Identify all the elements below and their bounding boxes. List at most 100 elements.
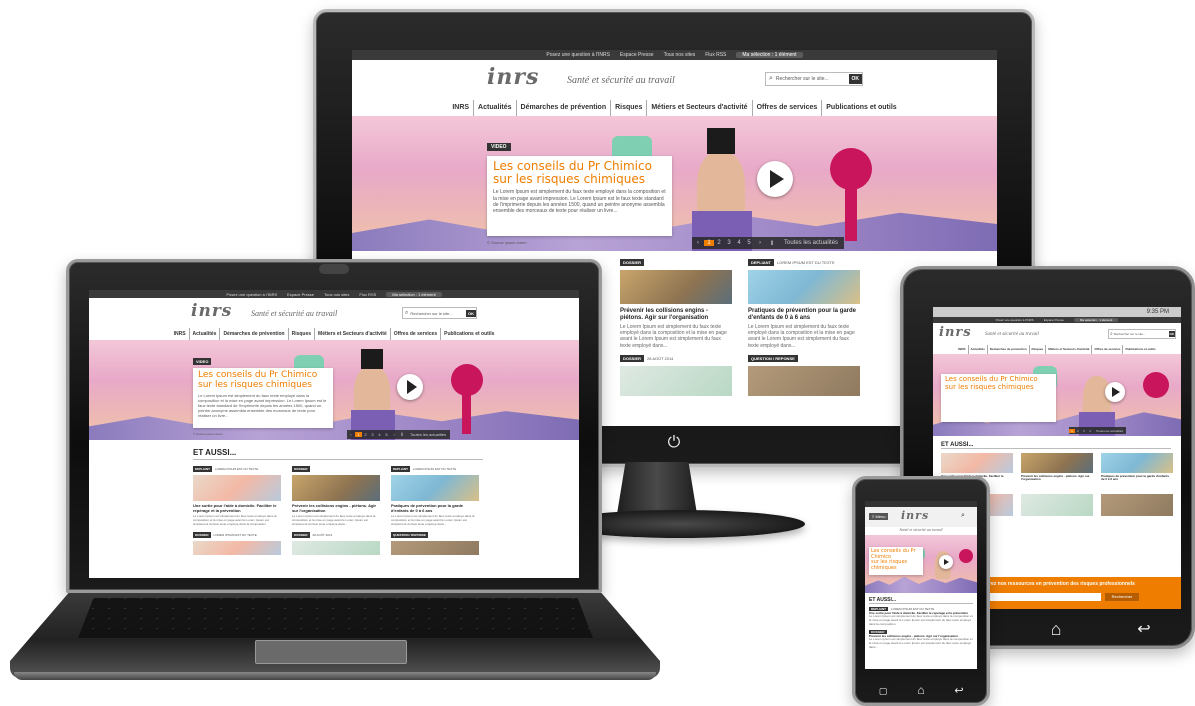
nav-item[interactable]: Offres de services (389, 328, 440, 340)
nav-item[interactable]: Actualités (967, 345, 987, 354)
news-card[interactable]: DOSSIER Prévenir les collisions engins -… (869, 629, 973, 650)
nav-item[interactable]: INRS (448, 100, 473, 116)
nav-item[interactable]: Actualités (188, 328, 220, 340)
pager-page[interactable]: 5 (383, 432, 390, 437)
nav-item[interactable]: Publications et outils (1122, 345, 1157, 354)
play-icon[interactable] (757, 161, 793, 197)
search-input[interactable]: Rechercher sur le site... (1114, 332, 1169, 336)
windows-icon[interactable]: ▢ (875, 684, 891, 698)
play-icon[interactable] (939, 555, 953, 569)
pager-prev[interactable]: ‹ (692, 240, 704, 246)
nav-item[interactable]: Métiers et Secteurs d'activité (646, 100, 751, 116)
topbar-selection[interactable]: Ma sélection : 1 élément (386, 291, 442, 297)
topbar-selection[interactable]: Ma sélection : 1 élément (1073, 318, 1119, 322)
topbar-presse-link[interactable]: Espace Presse (1044, 318, 1064, 322)
pager-page[interactable]: 5 (744, 240, 754, 246)
topbar-question-link[interactable]: Posez une question à l'INRS (226, 292, 277, 297)
topbar-rss-link[interactable]: Flux RSS (705, 52, 726, 58)
pager-page[interactable]: 1 (704, 240, 714, 246)
hero-title[interactable]: Les conseils du Pr Chimico sur les risqu… (493, 159, 666, 186)
news-card[interactable] (1021, 493, 1093, 516)
pager-stop[interactable]: Ⅱ (766, 240, 778, 247)
nav-item[interactable]: Métiers et Secteurs d'activité (314, 328, 390, 340)
topbar-presse-link[interactable]: Espace Presse (620, 52, 654, 58)
hero-title[interactable]: Les conseils du Pr Chimico sur les risqu… (869, 547, 923, 573)
nav-item[interactable]: Publications et outils (440, 328, 497, 340)
nav-item[interactable]: Actualités (473, 100, 515, 116)
search-box[interactable]: ⌕ Rechercher sur le site... OK (765, 72, 863, 86)
nav-item[interactable]: Offres de services (751, 100, 822, 116)
hero-title[interactable]: Les conseils du Pr Chimico sur les risqu… (198, 370, 328, 391)
news-card[interactable]: QUESTION / REPONSE (748, 354, 860, 396)
nav-item[interactable]: INRS (171, 328, 189, 340)
home-icon[interactable]: ⌂ (1043, 619, 1069, 639)
news-card[interactable]: Pratiques de prévention pour la garde d'… (1101, 453, 1173, 482)
news-card-title[interactable]: Pratiques de prévention pour la garde d'… (391, 503, 479, 513)
site-logo[interactable]: inrs (487, 64, 539, 90)
news-card-title[interactable]: Prévenir les collisions engins - piétons… (1021, 474, 1093, 482)
news-card[interactable]: DOSSIER Prévenir les collisions engins -… (620, 259, 732, 349)
tablet-footer-input[interactable] (971, 593, 1101, 601)
nav-item[interactable]: INRS (956, 345, 967, 354)
pager-next[interactable]: › (390, 432, 398, 437)
nav-item[interactable]: Risques (1028, 345, 1046, 354)
topbar-presse-link[interactable]: Espace Presse (287, 292, 314, 297)
hero-title[interactable]: Les conseils du Pr Chimico sur les risqu… (945, 375, 1052, 391)
search-box[interactable]: ⌕ Rechercher sur le site... OK (402, 307, 477, 319)
search-input[interactable]: Rechercher sur le site... (776, 76, 849, 82)
pager-page[interactable]: 3 (369, 432, 376, 437)
news-card[interactable]: DEPLIANT LOREM IPSUM EST DU TEXTE Une sor… (869, 607, 973, 627)
search-box[interactable]: ⌕ Rechercher sur le site... OK (1108, 329, 1176, 339)
site-logo[interactable]: inrs (901, 509, 929, 522)
nav-item[interactable]: Offres de services (1091, 345, 1122, 354)
news-card[interactable]: DOSSIER LOREM IPSUM EST DU TEXTE (193, 532, 281, 556)
news-card-title[interactable]: Une sortie pour l'aide à domicile. Facil… (193, 503, 281, 513)
news-card-title[interactable]: Prévenir les collisions engins - piétons… (292, 503, 380, 513)
news-card[interactable] (1101, 493, 1173, 516)
news-card[interactable]: DEPLIANT LOREM IPSUM EST DU TEXTE Pratiqu… (391, 466, 479, 526)
nav-item[interactable]: Publications et outils (821, 100, 900, 116)
play-icon[interactable] (1105, 382, 1125, 402)
pager-next[interactable]: › (754, 240, 766, 246)
topbar-question-link[interactable]: Posez une question à l'INRS (996, 318, 1034, 322)
pager-page[interactable]: 2 (714, 240, 724, 246)
search-ok-button[interactable]: OK (1168, 331, 1175, 337)
tablet-footer-button[interactable]: Rechercher (1105, 593, 1139, 601)
pager-page[interactable]: 4 (734, 240, 744, 246)
news-card[interactable]: Prévenir les collisions engins - piétons… (1021, 453, 1093, 482)
news-card[interactable]: DEPLIANT LOREM IPSUM EST DU TEXTE Une sor… (193, 466, 281, 526)
site-logo[interactable]: inrs (939, 325, 972, 340)
nav-item[interactable]: Démarches de prévention (515, 100, 611, 116)
pager-page[interactable]: 2 (362, 432, 369, 437)
news-card-title[interactable]: Prévenir les collisions engins - piétons… (620, 308, 732, 322)
topbar-selection[interactable]: Ma sélection : 1 élément (736, 52, 803, 58)
laptop-touchpad[interactable] (255, 640, 407, 664)
topbar-sites-link[interactable]: Tous nos sites (664, 52, 696, 58)
all-news-link[interactable]: Toutes les actualités (406, 432, 450, 437)
topbar-question-link[interactable]: Posez une question à l'INRS (546, 52, 610, 58)
site-logo[interactable]: inrs (191, 301, 232, 321)
news-card[interactable]: DOSSIER 28 AOÛT 2014 (292, 532, 380, 556)
all-news-link[interactable]: Toutes les actualités (778, 240, 844, 246)
nav-item[interactable]: Risques (610, 100, 646, 116)
news-card[interactable]: QUESTION / REPONSE (391, 532, 479, 556)
back-icon[interactable]: ↩ (951, 682, 967, 698)
news-card[interactable]: DEPLIANT LOREM IPSUM EST DU TEXTE Pratiqu… (748, 259, 860, 349)
pager-stop[interactable]: Ⅱ (398, 432, 406, 437)
phone-menu-button[interactable]: ≡ Menu (869, 513, 889, 520)
pager-page[interactable]: 1 (355, 432, 362, 437)
topbar-rss-link[interactable]: Flux RSS (359, 292, 376, 297)
pager-page[interactable]: 3 (724, 240, 734, 246)
pager-page[interactable]: 4 (376, 432, 383, 437)
news-card-title[interactable]: Pratiques de prévention pour la garde d'… (748, 308, 860, 322)
search-input[interactable]: Rechercher sur le site... (410, 311, 466, 316)
search-icon[interactable]: ⌕ (961, 512, 965, 520)
nav-item[interactable]: Métiers et Secteurs d'activité (1045, 345, 1091, 354)
nav-item[interactable]: Démarches de prévention (986, 345, 1029, 354)
news-card[interactable]: DOSSIER 28 AOÛT 2014 (620, 354, 732, 396)
search-ok-button[interactable]: OK (466, 309, 476, 317)
news-card[interactable]: DOSSIER Prévenir les collisions engins -… (292, 466, 380, 526)
power-icon[interactable]: ⏻ (661, 430, 687, 456)
pager-prev[interactable]: ‹ (347, 432, 355, 437)
back-icon[interactable]: ↩ (1131, 619, 1157, 639)
